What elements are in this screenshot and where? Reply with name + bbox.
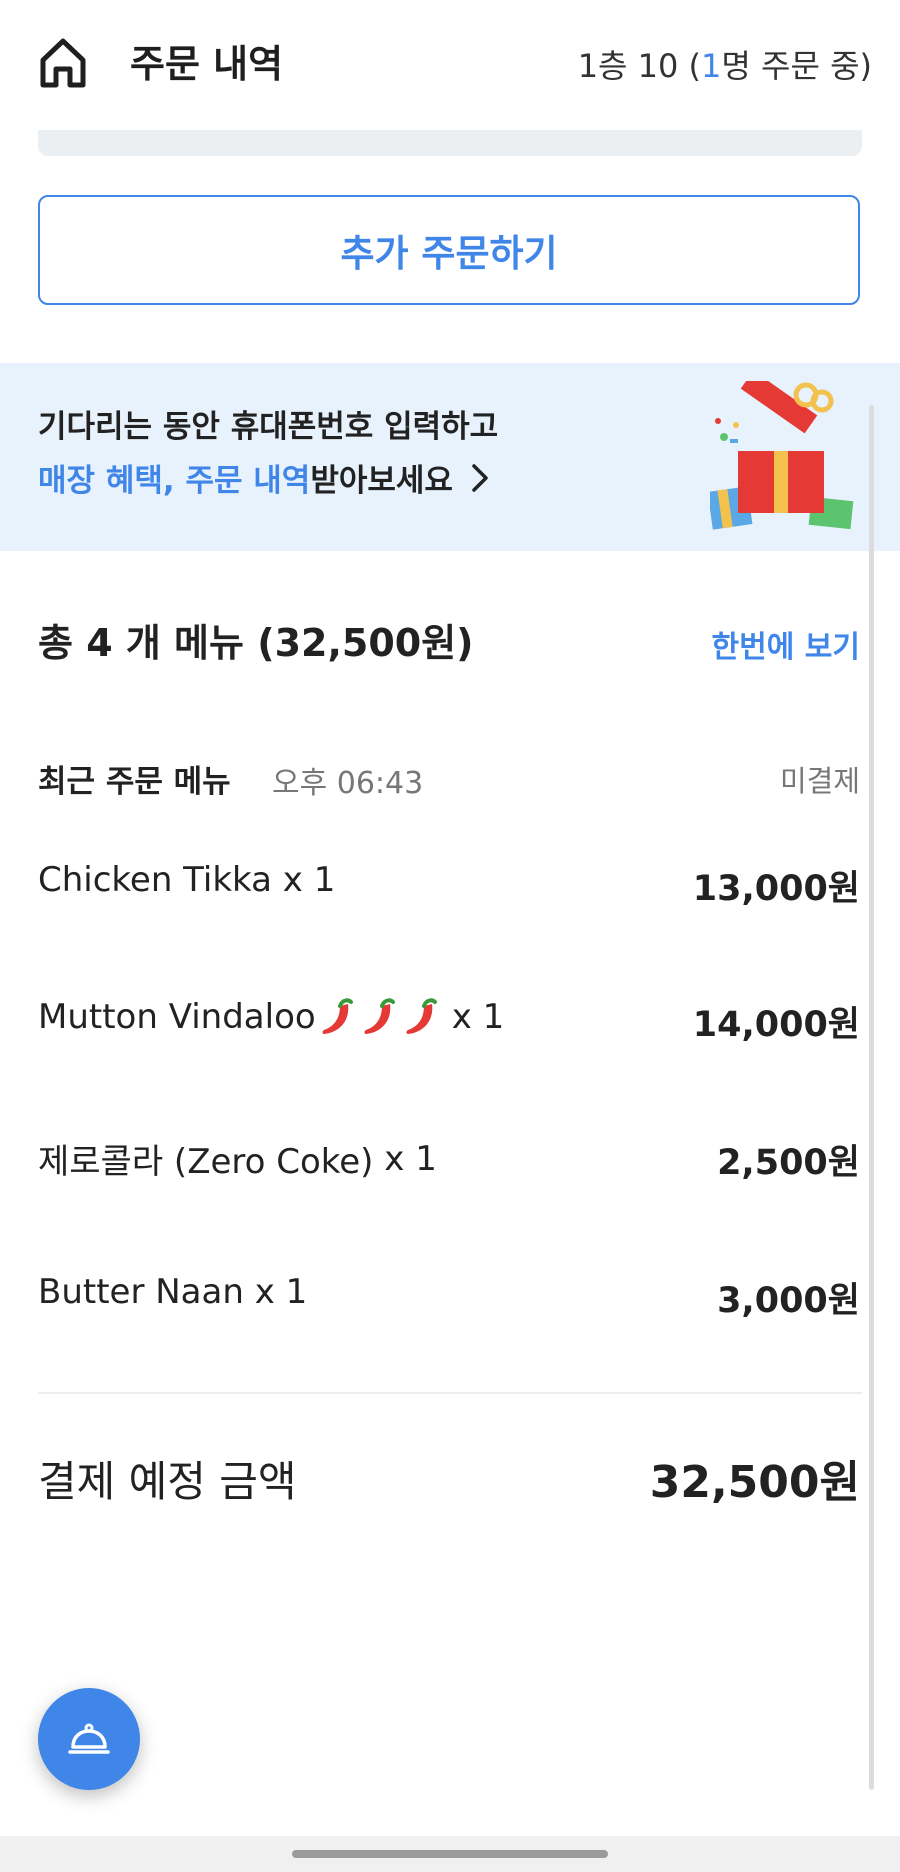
- order-item-name: Butter Naan x 1: [38, 1272, 307, 1312]
- item-name-text: Butter Naan: [38, 1272, 244, 1312]
- ordering-count: 1: [701, 47, 722, 85]
- home-icon: [40, 38, 86, 88]
- order-item-name: Mutton Vindaloo x 1: [38, 996, 504, 1038]
- order-item-price: 3,000원: [717, 1281, 860, 1321]
- divider: [38, 1392, 862, 1394]
- total-value: 32,500원: [649, 1457, 860, 1508]
- recent-order-time: 오후 06:43: [272, 766, 424, 801]
- order-item-name: Chicken Tikka x 1: [38, 860, 335, 900]
- promo-rest: 받아보세요: [310, 463, 453, 499]
- add-order-button[interactable]: 추가 주문하기: [38, 195, 860, 305]
- item-name-text: 제로콜라 (Zero Coke): [38, 1142, 374, 1182]
- item-qty: x 1: [384, 1138, 437, 1179]
- gift-box-icon: [710, 381, 854, 530]
- promo-line1: 기다리는 동안 휴대폰번호 입력하고: [38, 409, 499, 445]
- call-staff-button[interactable]: [38, 1688, 140, 1790]
- chili-pepper-icon: [364, 998, 395, 1034]
- item-name-text: Mutton Vindaloo: [38, 997, 316, 1037]
- chili-pepper-icon: [406, 998, 437, 1034]
- item-name-text: Chicken Tikka: [38, 860, 272, 900]
- app-header: 주문 내역 1층 10 (1명 주문 중): [0, 0, 900, 120]
- item-qty: x 1: [282, 860, 336, 900]
- spicy-level: [318, 996, 442, 1038]
- gesture-handle[interactable]: [292, 1850, 608, 1858]
- cloche-icon: [68, 1723, 110, 1754]
- promo-line2: 매장 혜택, 주문 내역 받아보세요: [38, 455, 489, 500]
- payment-status: 미결제: [779, 764, 860, 798]
- order-item-price: 14,000원: [692, 1005, 860, 1045]
- table-info-suffix: 명 주문 중): [721, 47, 872, 85]
- order-item-name: 제로콜라 (Zero Coke) x 1: [38, 1134, 437, 1183]
- phone-number-promo-banner[interactable]: 기다리는 동안 휴대폰번호 입력하고 매장 혜택, 주문 내역 받아보세요: [0, 363, 900, 551]
- chevron-right-icon: [472, 463, 488, 492]
- item-qty: x 1: [451, 997, 505, 1037]
- order-summary-title: 총 4 개 메뉴 (32,500원): [38, 621, 474, 665]
- view-all-button[interactable]: 한번에 보기: [712, 622, 860, 666]
- promo-highlight: 매장 혜택, 주문 내역: [38, 463, 311, 499]
- home-button[interactable]: [38, 36, 94, 96]
- collapsed-panel-edge: [38, 130, 862, 156]
- total-label: 결제 예정 금액: [38, 1457, 297, 1506]
- table-info: 1층 10 (1명 주문 중): [578, 38, 872, 94]
- recent-order-label: 최근 주문 메뉴: [38, 764, 231, 800]
- order-item-price: 13,000원: [692, 869, 860, 909]
- page-title: 주문 내역: [130, 42, 284, 86]
- chili-pepper-icon: [322, 998, 353, 1034]
- order-item-price: 2,500원: [717, 1143, 860, 1183]
- scrollbar[interactable]: [869, 405, 874, 1790]
- item-qty: x 1: [254, 1272, 308, 1312]
- table-info-prefix: 1층 10 (: [577, 47, 702, 85]
